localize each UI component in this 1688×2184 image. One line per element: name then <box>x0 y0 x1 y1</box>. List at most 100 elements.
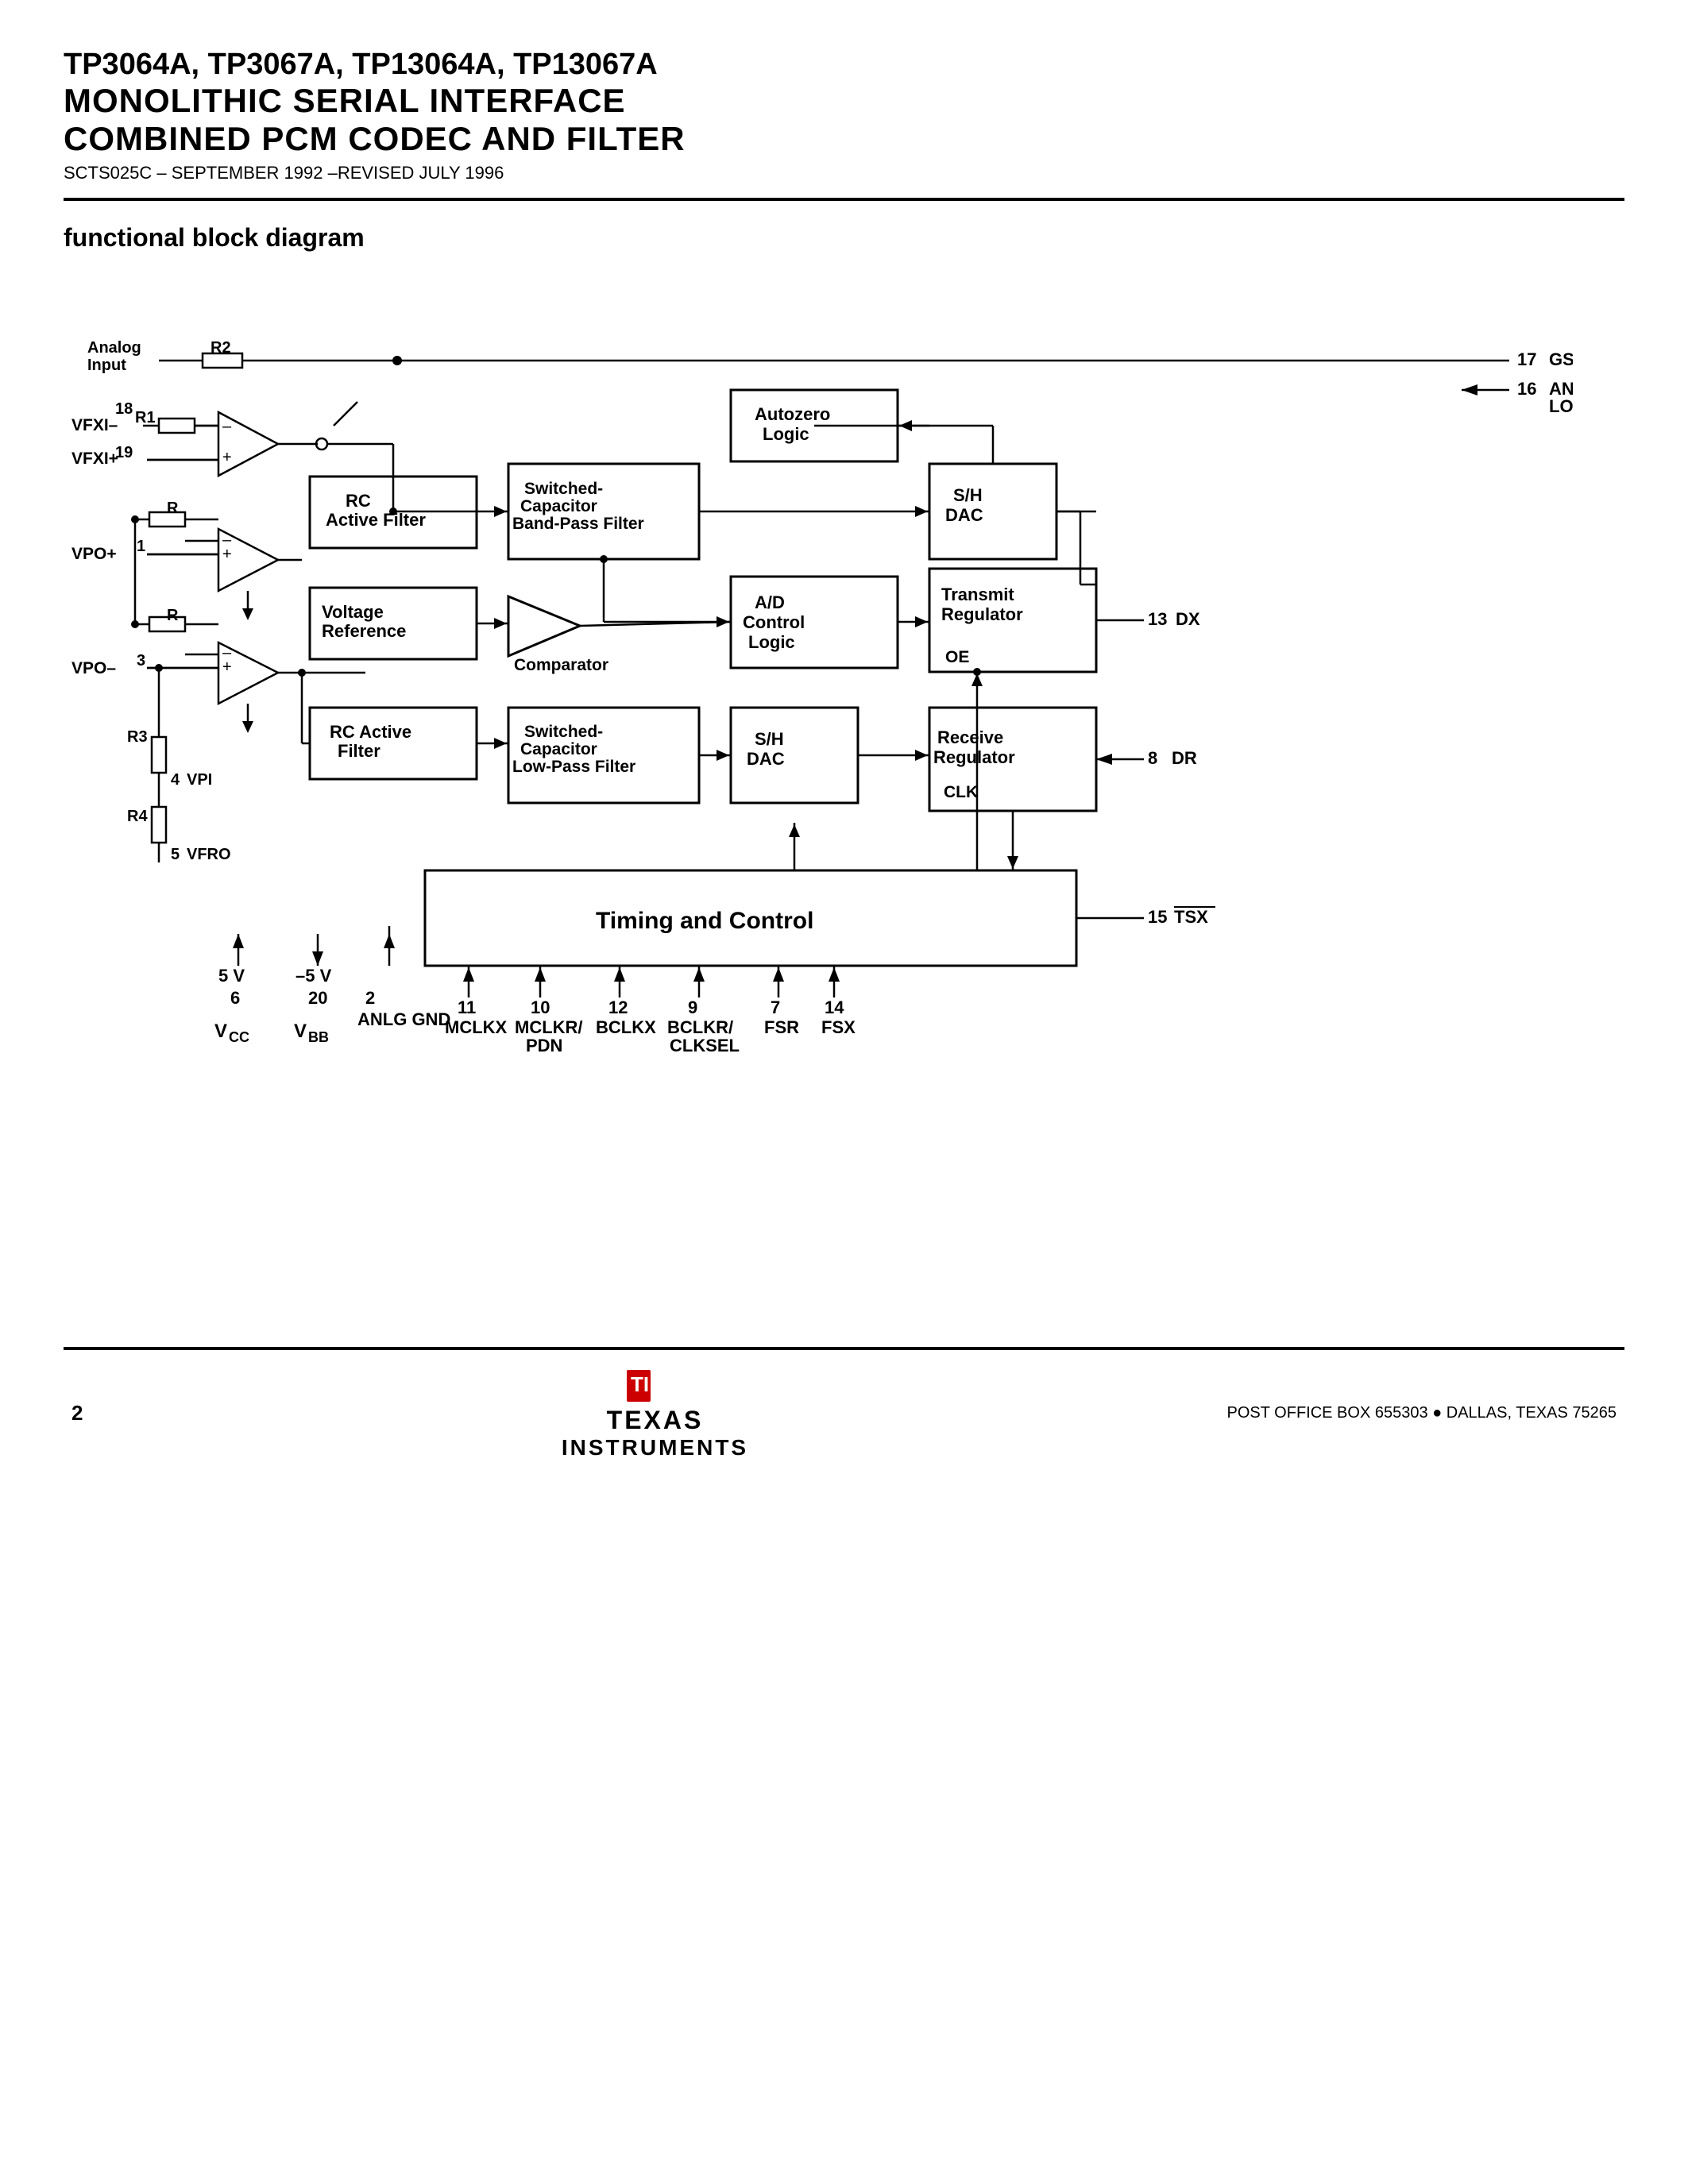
title-line2: MONOLITHIC SERIAL INTERFACE <box>64 82 1624 120</box>
svg-text:VFRO: VFRO <box>187 846 231 863</box>
svg-text:LOOP: LOOP <box>1549 396 1573 416</box>
svg-text:R1: R1 <box>135 409 156 426</box>
svg-text:R4: R4 <box>127 808 148 825</box>
svg-text:DAC: DAC <box>747 749 785 769</box>
page-number: 2 <box>71 1401 83 1426</box>
svg-text:Capacitor: Capacitor <box>520 740 597 758</box>
svg-text:1: 1 <box>137 538 145 555</box>
svg-text:OE: OE <box>945 648 969 666</box>
company-line2: INSTRUMENTS <box>562 1435 748 1461</box>
svg-text:Switched-: Switched- <box>524 480 603 498</box>
svg-text:16: 16 <box>1517 379 1536 399</box>
svg-text:+: + <box>222 658 232 676</box>
svg-text:DAC: DAC <box>945 505 983 525</box>
svg-text:15: 15 <box>1148 907 1167 927</box>
svg-text:19: 19 <box>115 444 133 461</box>
svg-text:RC Active: RC Active <box>330 722 411 742</box>
footer: 2 TI TEXAS INSTRUMENTS POST OFFICE BOX 6… <box>64 1366 1624 1461</box>
svg-text:R: R <box>167 500 179 517</box>
svg-text:17: 17 <box>1517 349 1536 369</box>
svg-text:MCLKX: MCLKX <box>445 1017 508 1037</box>
svg-text:Logic: Logic <box>748 632 795 652</box>
svg-text:Autozero: Autozero <box>755 404 830 424</box>
svg-text:6: 6 <box>230 988 240 1008</box>
company-line1: TEXAS <box>607 1406 704 1435</box>
svg-text:Analog: Analog <box>87 339 141 357</box>
svg-text:A/D: A/D <box>755 592 785 612</box>
svg-text:FSR: FSR <box>764 1017 799 1037</box>
svg-text:Comparator: Comparator <box>514 656 608 674</box>
svg-text:CC: CC <box>229 1029 249 1045</box>
svg-text:Band-Pass Filter: Band-Pass Filter <box>512 515 644 533</box>
svg-text:Logic: Logic <box>763 424 809 444</box>
svg-text:Capacitor: Capacitor <box>520 497 597 515</box>
ti-logo: TI TEXAS INSTRUMENTS <box>562 1366 748 1461</box>
header: TP3064A, TP3067A, TP13064A, TP13067A MON… <box>64 48 1624 183</box>
top-divider <box>64 198 1624 201</box>
title-line3: COMBINED PCM CODEC AND FILTER <box>64 120 1624 158</box>
page: TP3064A, TP3067A, TP13064A, TP13067A MON… <box>0 0 1688 2184</box>
svg-text:10: 10 <box>531 997 550 1017</box>
svg-text:VPI: VPI <box>187 771 212 789</box>
svg-text:Receive: Receive <box>937 727 1003 747</box>
svg-text:RC: RC <box>346 491 371 511</box>
svg-text:MCLKR/: MCLKR/ <box>515 1017 583 1037</box>
svg-text:S/H: S/H <box>755 729 784 749</box>
svg-text:3: 3 <box>137 652 145 669</box>
svg-text:BCLKX: BCLKX <box>596 1017 656 1037</box>
svg-text:–: – <box>222 418 232 435</box>
svg-text:TSX: TSX <box>1174 907 1208 927</box>
svg-text:Control: Control <box>743 612 805 632</box>
svg-text:TI: TI <box>631 1372 649 1396</box>
svg-text:FSX: FSX <box>821 1017 856 1037</box>
svg-text:Regulator: Regulator <box>933 747 1015 767</box>
svg-text:Input: Input <box>87 357 126 374</box>
svg-text:Active Filter: Active Filter <box>326 510 426 530</box>
svg-text:V: V <box>214 1021 227 1042</box>
svg-text:12: 12 <box>608 997 628 1017</box>
svg-text:S/H: S/H <box>953 485 983 505</box>
svg-text:VPO+: VPO+ <box>71 545 117 563</box>
svg-text:GSX: GSX <box>1549 349 1573 369</box>
svg-text:Reference: Reference <box>322 621 406 641</box>
svg-text:2: 2 <box>365 988 375 1008</box>
svg-text:Filter: Filter <box>338 741 380 761</box>
svg-text:BCLKR/: BCLKR/ <box>667 1017 733 1037</box>
svg-text:14: 14 <box>825 997 844 1017</box>
svg-text:4: 4 <box>171 771 180 789</box>
svg-text:–5 V: –5 V <box>295 966 332 986</box>
svg-text:8: 8 <box>1148 748 1157 768</box>
svg-text:5 V: 5 V <box>218 966 245 986</box>
svg-text:13: 13 <box>1148 609 1167 629</box>
svg-text:R: R <box>167 607 179 624</box>
svg-text:Regulator: Regulator <box>941 604 1023 624</box>
svg-text:9: 9 <box>688 997 697 1017</box>
svg-text:+: + <box>222 546 232 563</box>
svg-text:20: 20 <box>308 988 327 1008</box>
svg-text:R3: R3 <box>127 728 148 746</box>
svg-text:Low-Pass Filter: Low-Pass Filter <box>512 758 635 776</box>
svg-text:7: 7 <box>771 997 780 1017</box>
title-line1: TP3064A, TP3067A, TP13064A, TP13067A <box>64 48 1624 82</box>
svg-text:PDN: PDN <box>526 1036 562 1055</box>
svg-text:11: 11 <box>458 997 476 1017</box>
svg-text:Transmit: Transmit <box>941 585 1014 604</box>
svg-text:VFXI+: VFXI+ <box>71 450 118 468</box>
footer-address: POST OFFICE BOX 655303 ● DALLAS, TEXAS 7… <box>1227 1404 1617 1422</box>
svg-text:Switched-: Switched- <box>524 723 603 741</box>
svg-text:BB: BB <box>308 1029 329 1045</box>
svg-text:DX: DX <box>1176 609 1200 629</box>
ti-logo-icon: TI <box>623 1366 686 1406</box>
svg-text:DR: DR <box>1172 748 1197 768</box>
svg-text:Voltage: Voltage <box>322 602 384 622</box>
svg-text:ANLG GND: ANLG GND <box>357 1009 450 1029</box>
svg-text:V: V <box>294 1021 307 1042</box>
svg-text:5: 5 <box>171 846 180 863</box>
svg-text:CLK: CLK <box>944 783 978 801</box>
svg-text:Timing and Control: Timing and Control <box>596 908 813 934</box>
section-title: functional block diagram <box>64 223 1624 253</box>
svg-text:18: 18 <box>115 400 133 418</box>
bottom-divider <box>64 1347 1624 1350</box>
svg-text:VFXI–: VFXI– <box>71 416 118 434</box>
header-subtitle: SCTS025C – SEPTEMBER 1992 –REVISED JULY … <box>64 163 1624 183</box>
